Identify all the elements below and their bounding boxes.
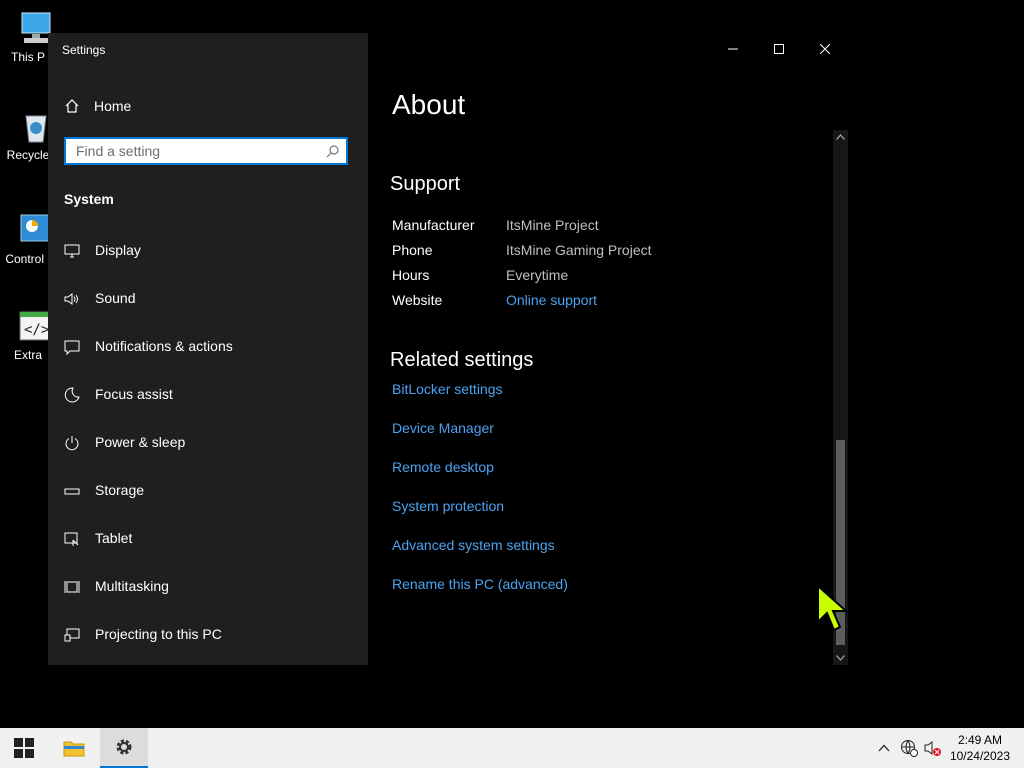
tablet-icon: [64, 532, 79, 546]
nav-item-focus-assist[interactable]: Focus assist: [64, 382, 233, 430]
settings-sidebar: Settings Home System Display Sound Notif…: [48, 33, 368, 665]
projecting-icon: [64, 628, 80, 642]
support-row-phone: Phone ItsMine Gaming Project: [392, 242, 652, 267]
clock-date: 10/24/2023: [949, 749, 1010, 763]
section-heading: System: [64, 191, 114, 207]
support-key: Hours: [392, 267, 430, 283]
support-key: Phone: [392, 242, 433, 258]
nav-item-label: Projecting to this PC: [95, 626, 222, 642]
home-label: Home: [94, 98, 132, 114]
search-input[interactable]: [66, 139, 316, 163]
support-value: ItsMine Project: [506, 217, 599, 233]
nav-item-label: Notifications & actions: [95, 338, 233, 354]
settings-taskbar-button[interactable]: [100, 728, 148, 768]
bitlocker-settings-link[interactable]: BitLocker settings: [392, 381, 503, 397]
nav-item-label: Display: [95, 242, 141, 258]
file-explorer-button[interactable]: [50, 728, 98, 768]
nav-item-projecting[interactable]: Projecting to this PC: [64, 622, 233, 670]
online-support-link[interactable]: Online support: [506, 292, 597, 317]
nav-item-notifications[interactable]: Notifications & actions: [64, 334, 233, 382]
system-tray: 2:49 AM 10/24/2023: [878, 728, 1010, 768]
rename-pc-link[interactable]: Rename this PC (advanced): [392, 576, 568, 592]
nav-item-label: Sound: [95, 290, 136, 306]
scroll-down-button[interactable]: [833, 651, 848, 665]
search-box[interactable]: [64, 137, 348, 165]
desktop-icon-recycle-bin[interactable]: Recycle: [0, 108, 49, 162]
nav-item-power-sleep[interactable]: Power & sleep: [64, 430, 233, 478]
nav-item-label: Tablet: [95, 530, 133, 546]
desktop-icon-label: This P: [10, 50, 45, 64]
chevron-up-icon: [836, 134, 845, 140]
remote-desktop-link[interactable]: Remote desktop: [392, 459, 494, 475]
system-protection-link[interactable]: System protection: [392, 498, 504, 514]
display-icon: [64, 244, 80, 258]
search-icon: [326, 145, 339, 158]
support-row-website: Website Online support: [392, 292, 597, 317]
sound-icon: [64, 293, 78, 305]
nav-item-multitasking[interactable]: Multitasking: [64, 574, 233, 622]
home-icon: [65, 99, 79, 113]
page-title: About: [392, 89, 466, 120]
gear-icon: [116, 739, 132, 755]
notifications-icon: [64, 340, 80, 355]
storage-icon: [64, 488, 80, 495]
folder-icon: [63, 741, 85, 757]
nav-item-label: Focus assist: [95, 386, 173, 402]
advanced-system-settings-link[interactable]: Advanced system settings: [392, 537, 555, 553]
about-page: About Support Manufacturer ItsMine Proje…: [368, 33, 848, 665]
nav-item-label: Power & sleep: [95, 434, 186, 450]
system-nav-list: Display Sound Notifications & actions Fo…: [64, 238, 233, 670]
nav-item-label: Storage: [95, 482, 145, 498]
start-button[interactable]: [0, 728, 48, 768]
scroll-up-button[interactable]: [833, 130, 848, 144]
nav-item-tablet[interactable]: Tablet: [64, 526, 233, 574]
support-row-hours: Hours Everytime: [392, 267, 568, 292]
windows-logo-icon: [14, 738, 34, 758]
desktop-icon-control-panel[interactable]: Control I: [0, 212, 52, 266]
support-value: Everytime: [506, 267, 569, 283]
support-key: Website: [392, 292, 443, 308]
clock[interactable]: 2:49 AM 10/24/2023: [950, 732, 1010, 764]
nav-item-display[interactable]: Display: [64, 238, 233, 286]
mouse-cursor-icon: [817, 584, 849, 632]
home-nav-item[interactable]: Home: [64, 95, 131, 117]
nav-item-label: Multitasking: [95, 578, 169, 594]
network-globe-icon[interactable]: [900, 739, 918, 757]
moon-icon: [64, 387, 80, 403]
settings-window: Settings Home System Display Sound Notif…: [48, 33, 848, 665]
clock-time: 2:49 AM: [957, 733, 1002, 747]
support-heading: Support: [390, 173, 461, 195]
nav-item-sound[interactable]: Sound: [64, 286, 233, 334]
support-value: ItsMine Gaming Project: [506, 242, 652, 258]
volume-muted-icon[interactable]: [924, 739, 942, 757]
svg-text:</>: </>: [24, 322, 49, 338]
chevron-up-icon[interactable]: [878, 744, 890, 752]
desktop-icon-label: Control I: [5, 252, 51, 266]
desktop-icon-label: Recycle: [6, 148, 50, 162]
related-settings-heading: Related settings: [390, 349, 534, 371]
power-icon: [65, 436, 79, 451]
taskbar: 2:49 AM 10/24/2023: [0, 728, 1024, 768]
multitasking-icon: [64, 581, 80, 593]
desktop-icon-this-pc[interactable]: This P: [0, 10, 51, 64]
device-manager-link[interactable]: Device Manager: [392, 420, 494, 436]
support-row-manufacturer: Manufacturer ItsMine Project: [392, 217, 599, 242]
desktop-icon-extra[interactable]: </> Extra: [0, 308, 53, 362]
desktop-icon-label: Extra: [13, 348, 42, 362]
nav-item-storage[interactable]: Storage: [64, 478, 233, 526]
window-title: Settings: [62, 43, 106, 57]
support-key: Manufacturer: [392, 217, 475, 233]
chevron-down-icon: [836, 655, 845, 661]
